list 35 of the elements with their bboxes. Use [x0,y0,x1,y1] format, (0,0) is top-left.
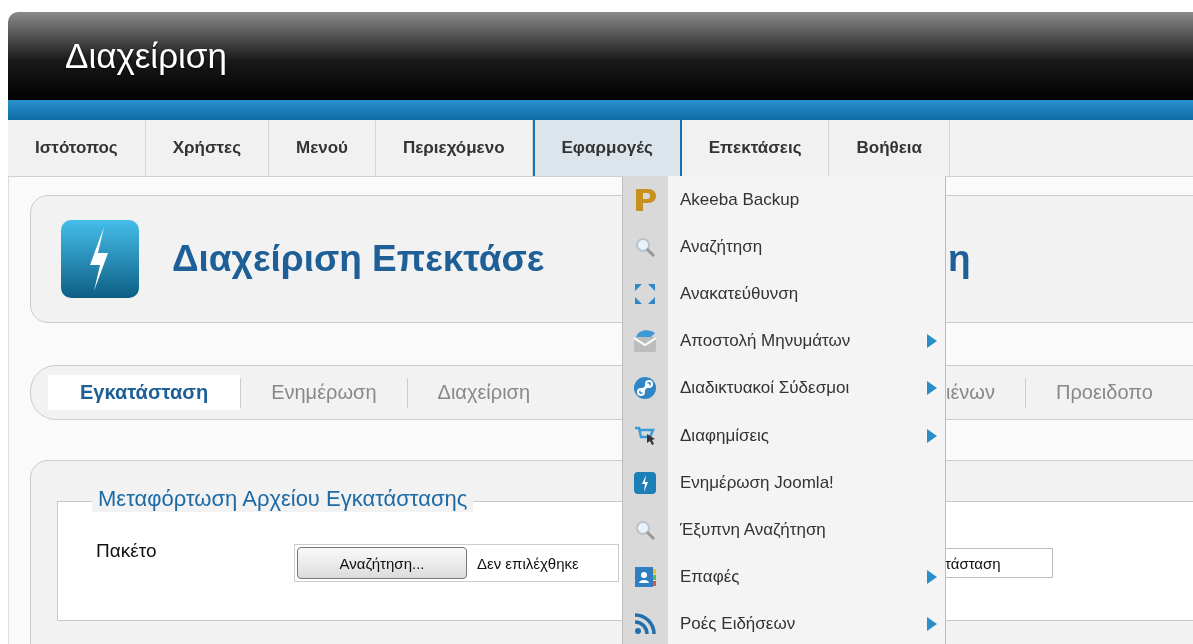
dropdown-item[interactable]: Επαφές [623,553,945,601]
dropdown-item[interactable]: Αποστολή Μηνυμάτων [623,317,945,365]
nav-tab[interactable]: Ιστότοπος [8,120,146,176]
dropdown-item[interactable]: Akeeba Backup [623,176,945,224]
chain-link-icon [633,376,657,401]
contact-book-icon [633,565,657,590]
fieldset-legend: Μεταφόρτωση Αρχείου Εγκατάστασης [92,486,474,512]
nav-tab[interactable]: Εφαρμογές [532,120,682,176]
lightning-icon [633,470,657,495]
input-field[interactable]: τάσταση [943,548,1053,578]
nav-tab[interactable]: Περιεχόμενο [376,120,533,176]
page-title: η [948,238,971,280]
submenu-arrow-icon [927,334,937,349]
subtab[interactable]: Εγκατάσταση [48,375,241,410]
submenu-arrow-icon [927,617,937,632]
nav-tab[interactable]: Χρήστες [145,120,270,176]
package-label: Πακέτο [96,540,158,562]
dropdown-item[interactable]: Διαφημίσεις [623,411,945,460]
site-title: Διαχείριση [65,36,227,76]
nav-tab[interactable]: Μενού [269,120,376,176]
dropdown-item[interactable]: Αναζήτηση [623,223,945,271]
rss-icon [633,612,657,637]
envelope-icon [633,329,657,354]
dropdown-item[interactable]: Ροές Ειδήσεων [623,600,945,644]
submenu-arrow-icon [927,570,937,585]
dropdown-item[interactable]: Ενημέρωση Joomla! [623,459,945,507]
page-title: Διαχείριση Επεκτάσε [172,238,546,280]
dropdown-item[interactable]: Διαδικτυακοί Σύδεσμοι [623,364,945,412]
arrows-icon [633,281,657,306]
submenu-arrow-icon [927,428,937,443]
dropdown-item[interactable]: Έξυπνη Αναζήτηση [623,506,945,554]
lightning-icon [60,219,140,299]
dropdown-item[interactable]: Ανακατεύθυνση [623,270,945,318]
submenu-arrow-icon [927,381,937,396]
file-input[interactable]: Αναζήτηση... Δεν επιλέχθηκε [294,544,619,582]
